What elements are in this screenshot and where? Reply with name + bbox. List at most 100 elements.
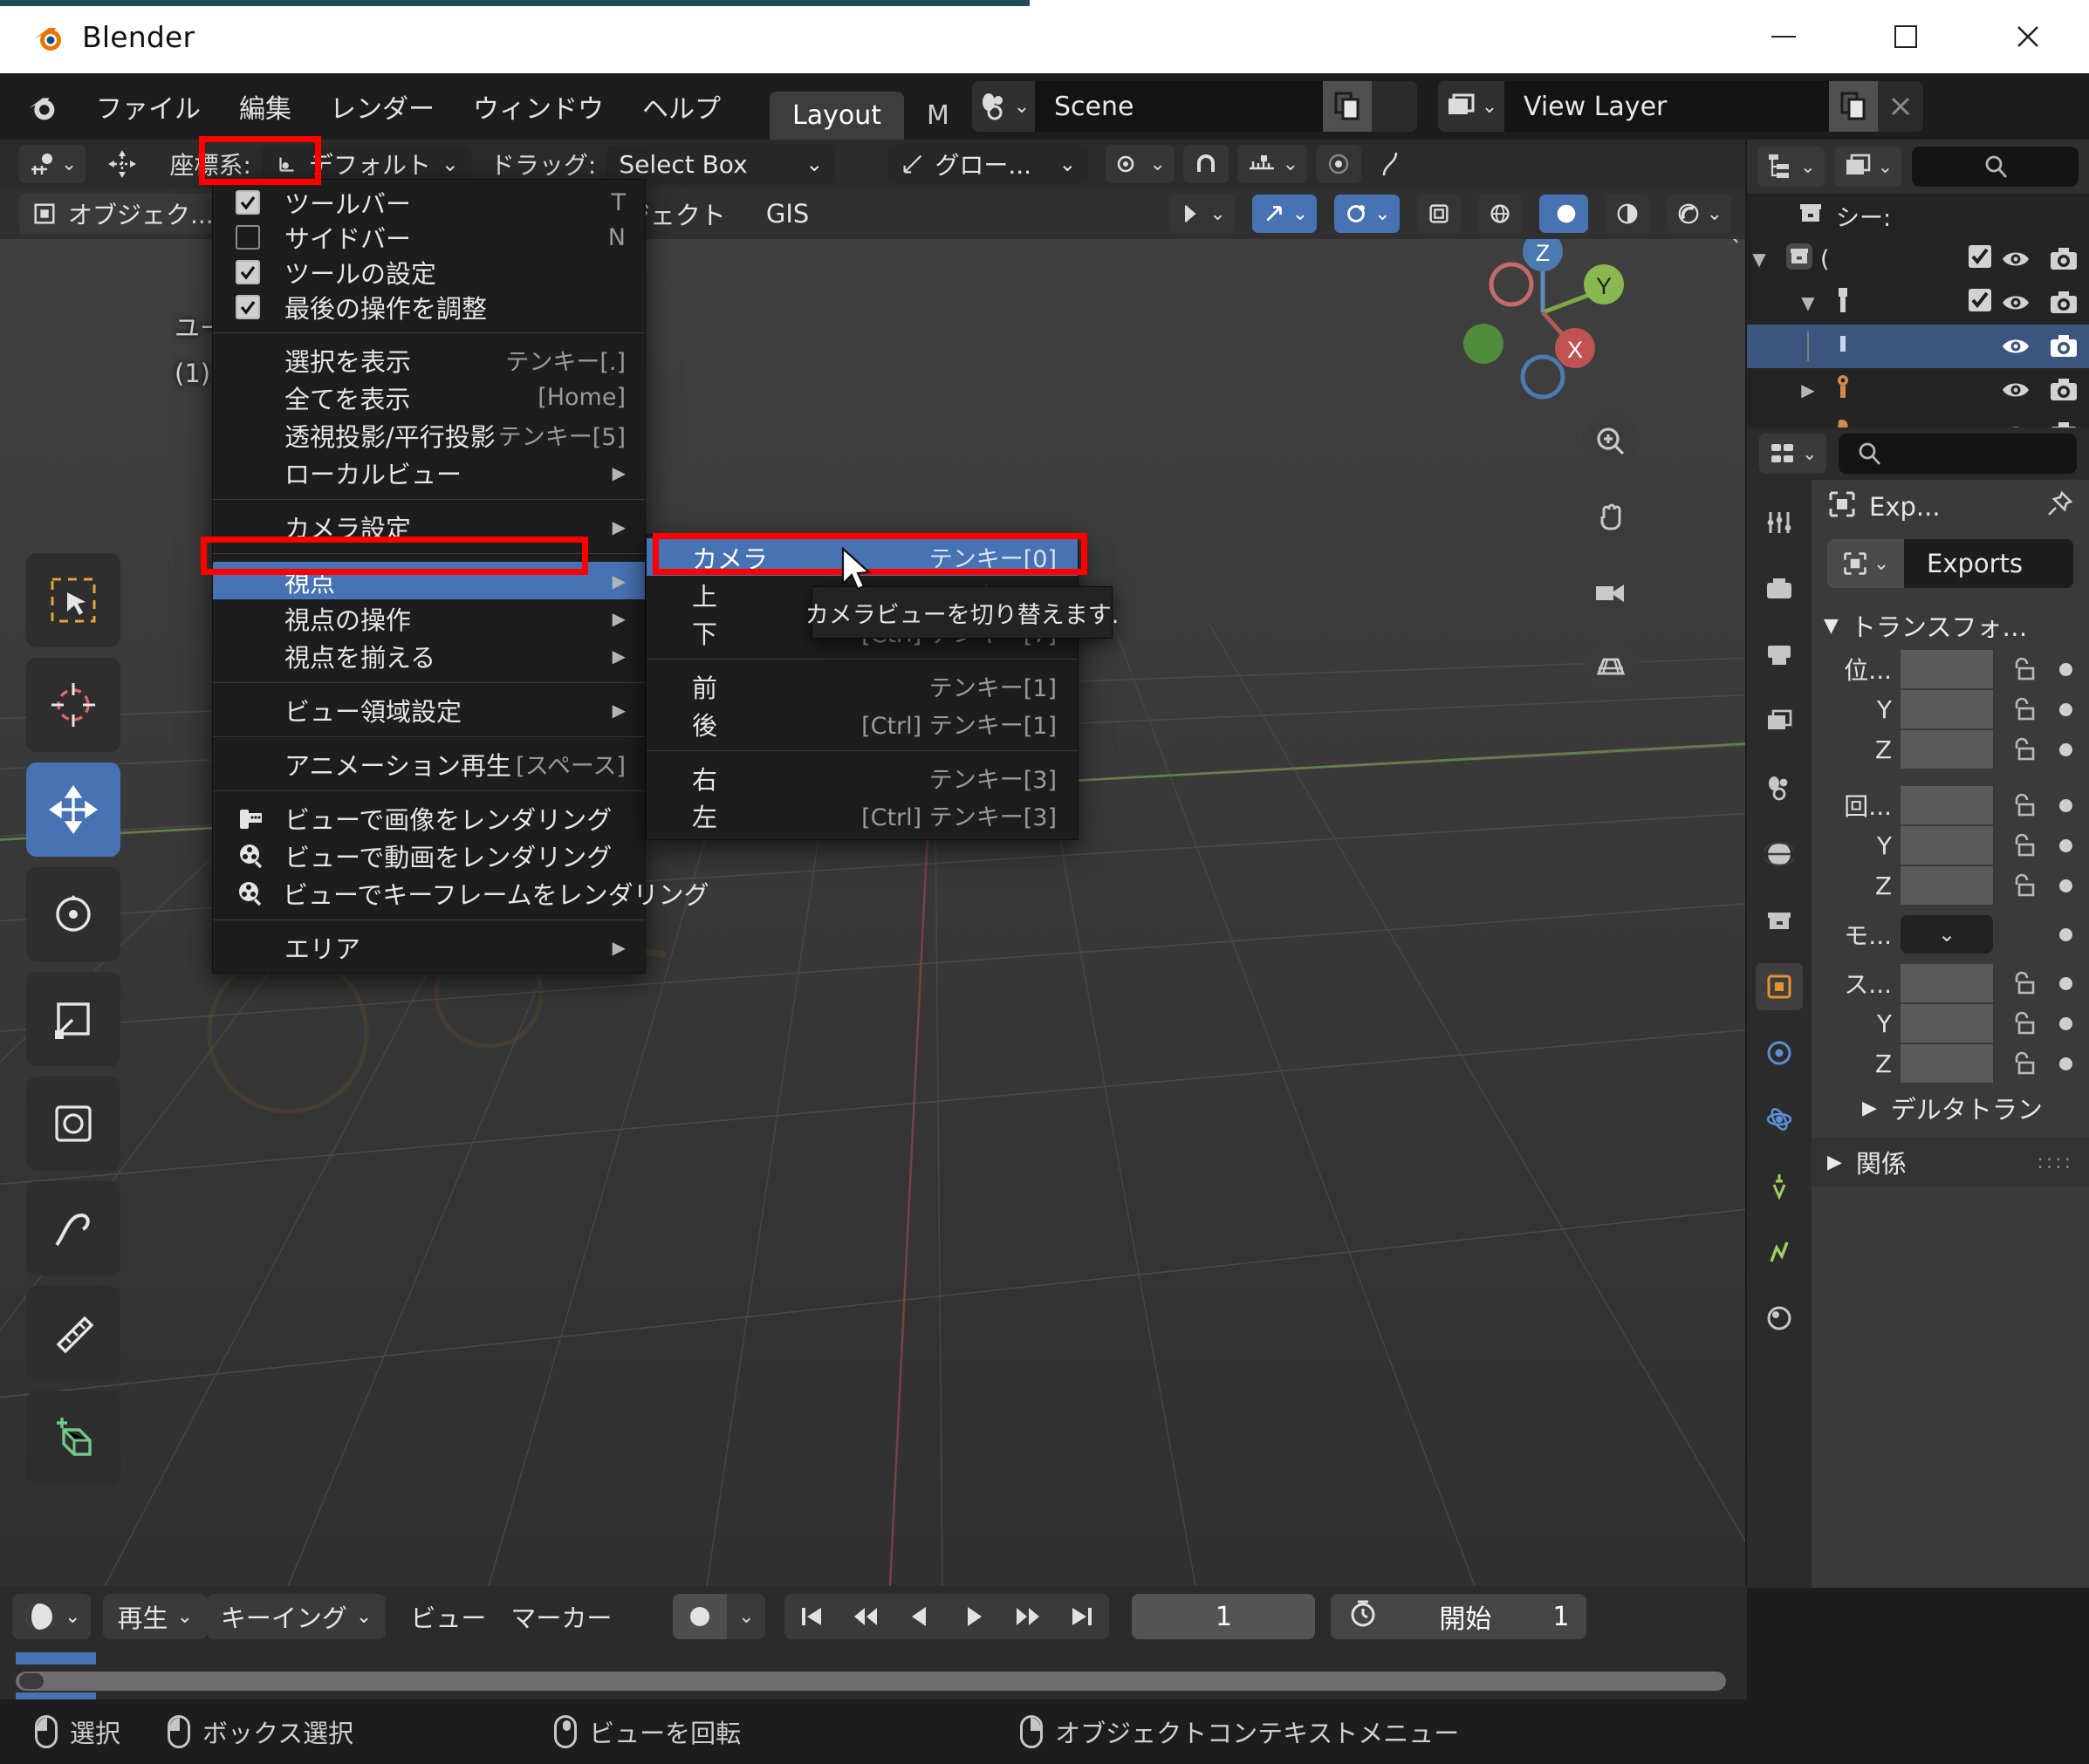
minimize-button[interactable] <box>1723 0 1845 73</box>
timeline-editor[interactable]: ⌄ 再生 ⌄ キーイング ⌄ ビュー マーカー ⌄ 1 開始 1 <box>0 1586 1747 1703</box>
properties-editor-type-icon[interactable]: ⌄ <box>1759 434 1826 474</box>
outliner-editor[interactable]: ⌄ ⌄ シー: ▼ (▼ ▶ <box>1747 140 2089 444</box>
next-keyframe-button[interactable] <box>1001 1594 1056 1639</box>
render-camera-icon[interactable] <box>2038 378 2089 402</box>
property-row-rotation-y[interactable]: Y <box>1812 825 2089 865</box>
tab-data-icon[interactable] <box>1756 1228 1803 1275</box>
maximize-button[interactable] <box>1845 0 1967 73</box>
panel-header-delta-transform[interactable]: ▶ デルタトラン <box>1812 1084 2089 1132</box>
menu-item-local-view[interactable]: ローカルビュー ▶ <box>213 454 645 491</box>
jump-to-start-button[interactable] <box>784 1594 839 1639</box>
tool-rotate[interactable] <box>26 867 120 961</box>
properties-search-input[interactable] <box>1838 434 2077 474</box>
snap-magnet-icon[interactable] <box>1182 145 1229 183</box>
lock-icon[interactable] <box>2002 695 2042 723</box>
view-layer-icon[interactable]: ⌄ <box>1437 81 1504 132</box>
submenu-item-back[interactable]: 後 [Ctrl] テンキー[1] <box>647 705 1078 742</box>
visibility-dropdown-icon[interactable]: ⌄ <box>1169 195 1235 233</box>
sidebar-collapse-arrow-icon[interactable]: ‹ <box>1729 239 1740 252</box>
panel-header-transform[interactable]: ▼ トランスフォ… <box>1812 602 2089 649</box>
animate-dot-icon[interactable] <box>2051 1016 2080 1030</box>
tool-measure[interactable] <box>26 1286 120 1380</box>
property-value-rotation-x[interactable] <box>1901 786 1993 824</box>
property-row-scale-y[interactable]: Y <box>1812 1003 2089 1043</box>
keying-dropdown[interactable]: キーイング ⌄ <box>206 1594 387 1639</box>
animate-dot-icon[interactable] <box>2051 662 2080 676</box>
property-row-rotation-z[interactable]: Z <box>1812 865 2089 906</box>
property-dropdown-rotation-mode[interactable]: ⌄ <box>1901 915 1993 954</box>
menu-item-navigation[interactable]: 視点の操作 ▶ <box>213 599 645 637</box>
view-layer-remove-button[interactable] <box>1877 81 1923 132</box>
property-value-rotation-z[interactable] <box>1901 866 1993 905</box>
frame-start-field[interactable]: 開始 1 <box>1331 1594 1587 1639</box>
object-type-dropdown[interactable]: ⌄ <box>1827 539 1904 588</box>
checkbox-toolbar[interactable] <box>236 190 260 215</box>
zoom-icon[interactable] <box>1583 414 1639 469</box>
property-value-location-z[interactable] <box>1901 730 1993 769</box>
property-value-scale-y[interactable] <box>1901 1004 1993 1043</box>
outliner-checkbox[interactable] <box>1967 287 1993 319</box>
viewport-menu-gis[interactable]: GIS <box>749 193 826 235</box>
curve-icon[interactable] <box>1370 145 1410 183</box>
menu-item-viewport-render-image[interactable]: ビューで画像をレンダリング <box>213 799 645 837</box>
menu-item-frame-selected[interactable]: 選択を表示 テンキー[.] <box>213 341 645 379</box>
menu-item-frame-all[interactable]: 全てを表示 [Home] <box>213 379 645 416</box>
timeline-editor-type-icon[interactable]: ⌄ <box>12 1594 92 1639</box>
timeline-menu-marker[interactable]: マーカー <box>510 1598 612 1635</box>
property-row-location-x[interactable]: 位... <box>1812 649 2089 689</box>
property-value-location-x[interactable] <box>1901 650 1993 688</box>
timeline-scrollbar[interactable] <box>0 1652 1747 1703</box>
play-reverse-button[interactable] <box>893 1594 948 1639</box>
menu-item-perspective-ortho[interactable]: 透視投影/平行投影 テンキー[5] <box>213 416 645 454</box>
drag-action-dropdown[interactable]: Select Box ⌄ <box>606 145 836 183</box>
expander-icon[interactable]: ▼ <box>1747 249 1771 270</box>
menu-item-toolbar[interactable]: ツールバー T <box>213 185 645 220</box>
lock-icon[interactable] <box>2002 969 2042 997</box>
submenu-item-left[interactable]: 左 [Ctrl] テンキー[3] <box>647 797 1078 834</box>
property-value-scale-z[interactable] <box>1901 1044 1993 1083</box>
timeline-menu-view[interactable]: ビュー <box>410 1598 486 1635</box>
prev-keyframe-button[interactable] <box>839 1594 894 1639</box>
outliner-row-object[interactable]: ▼ <box>1747 281 2089 325</box>
timeline-scroll-handle[interactable] <box>19 1673 44 1689</box>
visibility-eye-icon[interactable] <box>1993 248 2038 270</box>
animate-dot-icon[interactable] <box>2051 927 2080 941</box>
blender-menu-icon[interactable] <box>21 86 61 126</box>
tab-tool-icon[interactable] <box>1756 499 1803 546</box>
tab-scene-icon[interactable] <box>1756 764 1803 811</box>
tab-object-icon[interactable] <box>1756 963 1803 1010</box>
ortho-persp-icon[interactable] <box>1583 639 1639 694</box>
tool-annotate[interactable] <box>26 1181 120 1275</box>
visibility-eye-icon[interactable] <box>1993 379 2038 401</box>
scene-name-field[interactable]: Scene <box>1034 81 1323 132</box>
snap-target-dropdown[interactable]: グロー... ⌄ <box>887 145 1089 183</box>
checkbox-tool-settings[interactable] <box>236 260 260 284</box>
lock-icon[interactable] <box>2002 1009 2042 1037</box>
timeline-scroll-track[interactable] <box>16 1672 1726 1691</box>
scene-icon[interactable]: ⌄ <box>971 81 1035 132</box>
visibility-eye-icon[interactable] <box>1993 291 2038 314</box>
menu-item-adjust-last-operation[interactable]: 最後の操作を調整 <box>213 290 645 325</box>
tool-add-cube[interactable] <box>26 1391 120 1485</box>
panel-header-relations[interactable]: ▶ 関係 :::: <box>1812 1138 2089 1186</box>
tool-transform[interactable] <box>26 1077 120 1171</box>
menu-item-align-view[interactable]: 視点を揃える ▶ <box>213 637 645 674</box>
tab-render-icon[interactable] <box>1756 565 1803 612</box>
expander-icon[interactable]: ▼ <box>1796 292 1820 313</box>
property-value-scale-x[interactable] <box>1901 964 1993 1002</box>
pan-hand-icon[interactable] <box>1583 489 1639 544</box>
property-row-scale-x[interactable]: ス... <box>1812 963 2089 1003</box>
render-camera-icon[interactable] <box>2038 334 2089 359</box>
select-visibility-icon[interactable]: ⌄ <box>1251 195 1318 233</box>
proportional-edit-icon[interactable]: ⌄ <box>1106 145 1175 183</box>
menu-item-viewport-render-animation[interactable]: ビューで動画をレンダリング <box>213 837 645 874</box>
view-layer-duplicate-icon[interactable] <box>1828 81 1878 132</box>
tool-scale[interactable] <box>26 972 120 1066</box>
checkbox-adjust-last-operation[interactable] <box>236 295 260 319</box>
object-name-field[interactable]: Exports <box>1904 539 2073 588</box>
shading-solid-icon[interactable] <box>1538 195 1588 233</box>
animate-dot-icon[interactable] <box>2051 742 2080 756</box>
menu-item-view-regions[interactable]: ビュー領域設定 ▶ <box>213 691 645 728</box>
lock-icon[interactable] <box>2002 872 2042 899</box>
tab-view-layer-icon[interactable] <box>1756 698 1803 745</box>
